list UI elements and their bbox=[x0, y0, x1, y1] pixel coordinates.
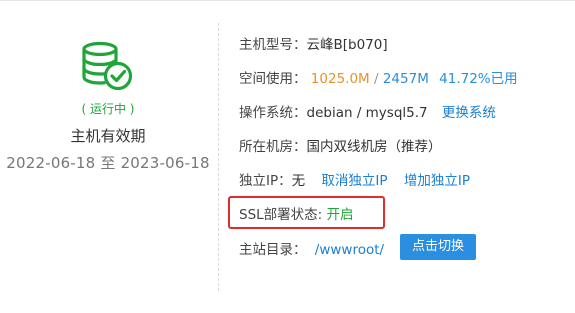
datacenter-value: 国内双线机房（推荐） bbox=[306, 139, 442, 155]
space-percent-value: 41.72%已用 bbox=[439, 71, 518, 87]
ssl-status-label: SSL部署状态: bbox=[239, 207, 323, 223]
row-site-dir: 主站目录： /wwwroot/ bbox=[239, 238, 384, 258]
switch-dir-button[interactable]: 点击切换 bbox=[400, 234, 476, 260]
ssl-status-value: 开启 bbox=[326, 207, 354, 223]
row-dedicated-ip: 独立IP：无 取消独立IP 增加独立IP bbox=[239, 169, 470, 189]
change-os-link[interactable]: 更换系统 bbox=[442, 105, 496, 121]
os-label: 操作系统： bbox=[239, 105, 307, 121]
row-ssl-status: SSL部署状态: 开启 bbox=[239, 203, 354, 223]
row-datacenter: 所在机房：国内双线机房（推荐） bbox=[239, 135, 442, 155]
os-value: debian / mysql5.7 bbox=[306, 105, 428, 121]
date-separator: 至 bbox=[100, 154, 116, 172]
row-host-model: 主机型号：云峰B[b070] bbox=[239, 33, 388, 53]
column-divider bbox=[218, 23, 219, 291]
host-summary: ( 运行中 ) 主机有效期 2022-06-18 至 2023-06-18 bbox=[0, 1, 216, 313]
validity-label: 主机有效期 bbox=[70, 127, 146, 145]
space-used-value: 1025.0M bbox=[310, 71, 370, 87]
dedicated-ip-label: 独立IP： bbox=[239, 173, 292, 189]
site-dir-label: 主站目录： bbox=[239, 242, 307, 258]
space-total-value: 2457M bbox=[382, 71, 429, 87]
add-ip-link[interactable]: 增加独立IP bbox=[404, 173, 470, 189]
space-separator: / bbox=[373, 71, 379, 87]
datacenter-label: 所在机房： bbox=[239, 139, 307, 155]
end-date: 2023-06-18 bbox=[120, 154, 210, 172]
site-dir-value: /wwwroot/ bbox=[314, 242, 385, 258]
start-date: 2022-06-18 bbox=[6, 154, 96, 172]
host-panel: ( 运行中 ) 主机有效期 2022-06-18 至 2023-06-18 主机… bbox=[0, 0, 575, 312]
row-space-usage: 空间使用： 1025.0M / 2457M 41.72%已用 bbox=[239, 67, 518, 87]
dedicated-ip-value: 无 bbox=[291, 173, 306, 189]
validity-period: 2022-06-18 至 2023-06-18 bbox=[0, 152, 216, 173]
row-os: 操作系统：debian / mysql5.7 更换系统 bbox=[239, 101, 496, 121]
space-usage-label: 空间使用： bbox=[239, 71, 307, 87]
database-check-icon bbox=[82, 41, 133, 91]
host-model-label: 主机型号： bbox=[239, 37, 307, 53]
host-model-value: 云峰B[b070] bbox=[306, 37, 388, 53]
running-status: ( 运行中 ) bbox=[81, 102, 135, 116]
cancel-ip-link[interactable]: 取消独立IP bbox=[321, 173, 387, 189]
